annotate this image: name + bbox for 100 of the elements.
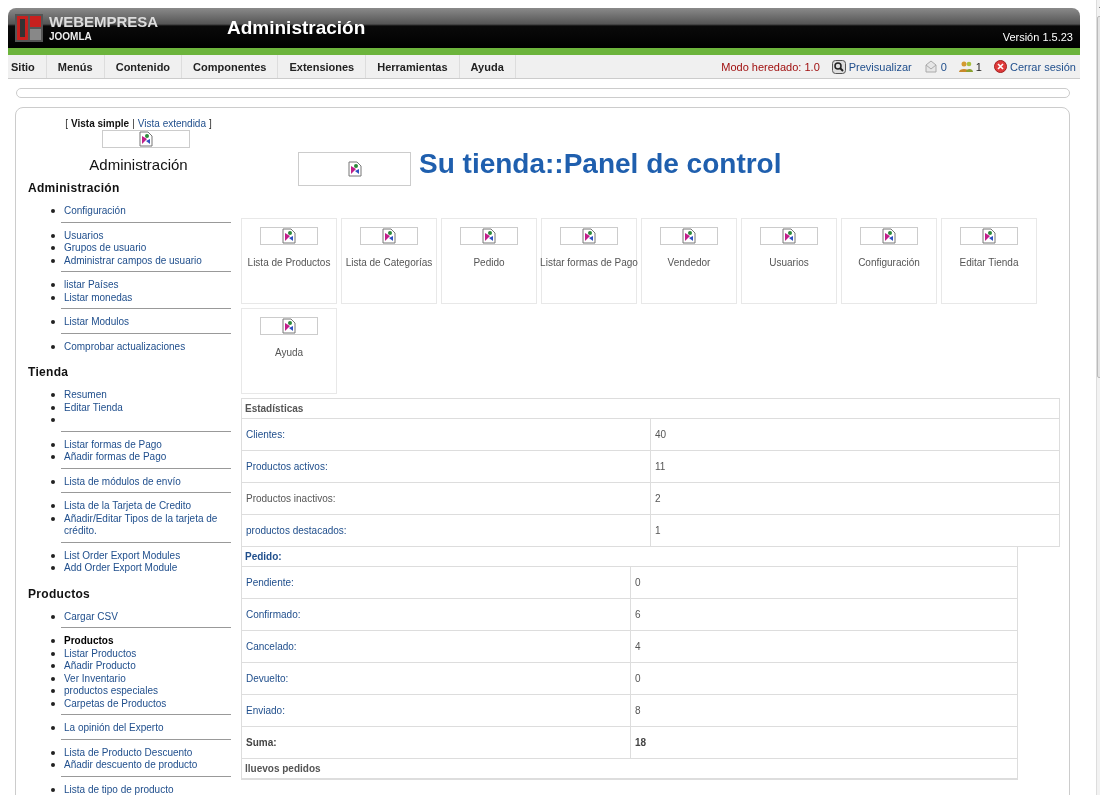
sidebar-link[interactable]: Listar Modulos bbox=[64, 316, 130, 329]
sidebar-link[interactable]: Configuración bbox=[64, 205, 126, 218]
table-heading[interactable]: Pedido: bbox=[242, 547, 1017, 567]
shortcut-tile[interactable]: Pedido bbox=[441, 218, 537, 304]
view-option[interactable]: Vista simple bbox=[71, 118, 130, 129]
sidebar-link[interactable]: Listar monedas bbox=[64, 291, 133, 304]
sidebar-link[interactable]: Añadir descuento de producto bbox=[64, 759, 198, 772]
shortcut-tile[interactable]: Configuración bbox=[841, 218, 937, 304]
bullet bbox=[51, 209, 55, 213]
menu-item[interactable]: Extensiones bbox=[286, 55, 367, 78]
sidebar-link[interactable]: Editar Tienda bbox=[64, 401, 123, 414]
broken-image-icon bbox=[682, 228, 696, 244]
message-icon bbox=[923, 59, 938, 74]
menu-item[interactable]: Ayuda bbox=[467, 55, 516, 78]
logout-icon bbox=[993, 60, 1007, 73]
bullet bbox=[51, 614, 55, 619]
sidebar-link[interactable]: Añadir formas de Pago bbox=[64, 451, 167, 464]
sidebar-link[interactable]: Añadir/Editar Tipos de la tarjeta de crédito. bbox=[64, 512, 231, 538]
logout-link[interactable]: Cerrar sesión bbox=[1009, 60, 1076, 73]
table-cell-text: 4 bbox=[634, 640, 641, 654]
table-cell-text: 1 bbox=[654, 524, 661, 538]
menu-item[interactable]: Contenido bbox=[112, 55, 183, 78]
sidebar-link[interactable]: List Order Export Modules bbox=[64, 549, 181, 562]
table-cell-text: 0 bbox=[634, 672, 641, 686]
broken-image-icon bbox=[282, 318, 296, 334]
broken-image-icon bbox=[347, 161, 362, 177]
sidebar-link[interactable]: Resumen bbox=[64, 389, 107, 402]
table-cell[interactable]: Devuelto: bbox=[242, 663, 631, 694]
bullet bbox=[51, 442, 55, 447]
bullet bbox=[51, 651, 55, 656]
search-icon bbox=[831, 59, 846, 74]
shortcut-tile[interactable]: Lista de Categorías bbox=[341, 218, 437, 304]
mode-label: Modo heredado: 1.0 bbox=[721, 60, 820, 73]
sidebar-link[interactable]: La opinión del Experto bbox=[64, 722, 164, 735]
sidebar-link[interactable]: Ver Inventario bbox=[64, 672, 126, 685]
sidebar-link[interactable]: Lista de Producto Descuento bbox=[64, 746, 193, 759]
sidebar-link[interactable]: Administrar campos de usuario bbox=[64, 254, 202, 267]
sidebar-link[interactable]: Lista de la Tarjeta de Credito bbox=[64, 500, 192, 513]
bullet bbox=[51, 258, 55, 263]
bullet bbox=[51, 553, 55, 558]
menu-item[interactable]: Menús bbox=[54, 55, 105, 78]
shortcut-tile[interactable]: Usuarios bbox=[741, 218, 837, 304]
table-cell[interactable]: Productos activos: bbox=[242, 451, 651, 482]
brand-subtitle: JOOMLA bbox=[49, 32, 93, 42]
sidebar-link[interactable]: Carpetas de Productos bbox=[64, 697, 167, 710]
table-heading: Estadísticas bbox=[242, 399, 1059, 419]
table-cell-text: 2 bbox=[654, 492, 661, 506]
table-cell-text: 0 bbox=[634, 576, 641, 590]
table-cell-text: 6 bbox=[634, 608, 641, 622]
bullet bbox=[51, 418, 55, 422]
table-cell[interactable]: Cancelado: bbox=[242, 631, 631, 662]
bullet bbox=[51, 393, 55, 397]
users-icon bbox=[958, 60, 973, 73]
bullet bbox=[51, 664, 55, 668]
table-cell[interactable]: Enviado: bbox=[242, 695, 631, 726]
section-heading: Productos bbox=[28, 586, 92, 601]
menu-item[interactable]: Herramientas bbox=[374, 55, 460, 78]
bullet bbox=[51, 516, 55, 521]
sidebar-link[interactable]: Lista de tipo de producto bbox=[64, 783, 174, 795]
sidebar-link[interactable]: Add Order Export Module bbox=[64, 562, 178, 575]
broken-image-icon bbox=[882, 228, 896, 244]
bullet bbox=[51, 726, 55, 730]
table-cell: Suma: bbox=[242, 727, 631, 758]
sidebar-link[interactable]: productos especiales bbox=[64, 685, 158, 698]
shortcut-tile[interactable]: Listar formas de Pago bbox=[541, 218, 637, 304]
bullet bbox=[51, 479, 55, 484]
view-option[interactable]: Vista extendida bbox=[137, 118, 206, 129]
sidebar-link[interactable]: listar Países bbox=[64, 279, 119, 292]
preview-link[interactable]: Previsualizar bbox=[848, 60, 912, 73]
table-cell[interactable]: productos destacados: bbox=[242, 515, 651, 546]
table-cell-text: 11 bbox=[654, 460, 666, 474]
menu-item[interactable]: Componentes bbox=[190, 55, 279, 78]
bullet bbox=[51, 701, 55, 706]
sidebar-link[interactable]: Añadir Producto bbox=[64, 660, 136, 673]
table-cell[interactable]: Clientes: bbox=[242, 419, 651, 450]
shortcut-tile[interactable]: Lista de Productos bbox=[241, 218, 337, 304]
table-cell[interactable]: Pendiente: bbox=[242, 567, 631, 598]
table-cell-text: 18 bbox=[634, 736, 647, 750]
sidebar-link[interactable]: Grupos de usuario bbox=[64, 242, 147, 255]
sidebar-link[interactable]: Comprobar actualizaciones bbox=[64, 340, 186, 353]
sidebar-link[interactable]: Lista de módulos de envío bbox=[64, 475, 181, 488]
bullet bbox=[51, 344, 55, 349]
shortcut-tile[interactable]: Ayuda bbox=[241, 308, 337, 394]
sidebar-link[interactable]: Usuarios bbox=[64, 229, 104, 242]
page-title: Administración bbox=[227, 17, 366, 39]
user-count: 1 bbox=[975, 60, 982, 73]
sidebar-title: Administración bbox=[88, 156, 189, 173]
bracket: ] bbox=[209, 118, 212, 129]
shortcut-tile[interactable]: Vendedor bbox=[641, 218, 737, 304]
bullet bbox=[51, 283, 55, 287]
table-cell[interactable]: Confirmado: bbox=[242, 599, 631, 630]
sidebar-link[interactable]: Cargar CSV bbox=[64, 610, 118, 623]
table-cell: Productos inactivos: bbox=[242, 483, 651, 514]
sidebar-link[interactable]: Listar Productos bbox=[64, 647, 137, 660]
sidebar-link[interactable]: Listar formas de Pago bbox=[64, 438, 162, 451]
menu-item[interactable]: Sitio bbox=[8, 55, 47, 78]
section-heading: Tienda bbox=[28, 365, 70, 379]
table-heading: lluevos pedidos bbox=[242, 759, 1017, 779]
shortcut-tile[interactable]: Editar Tienda bbox=[941, 218, 1037, 304]
bullet bbox=[51, 566, 55, 570]
